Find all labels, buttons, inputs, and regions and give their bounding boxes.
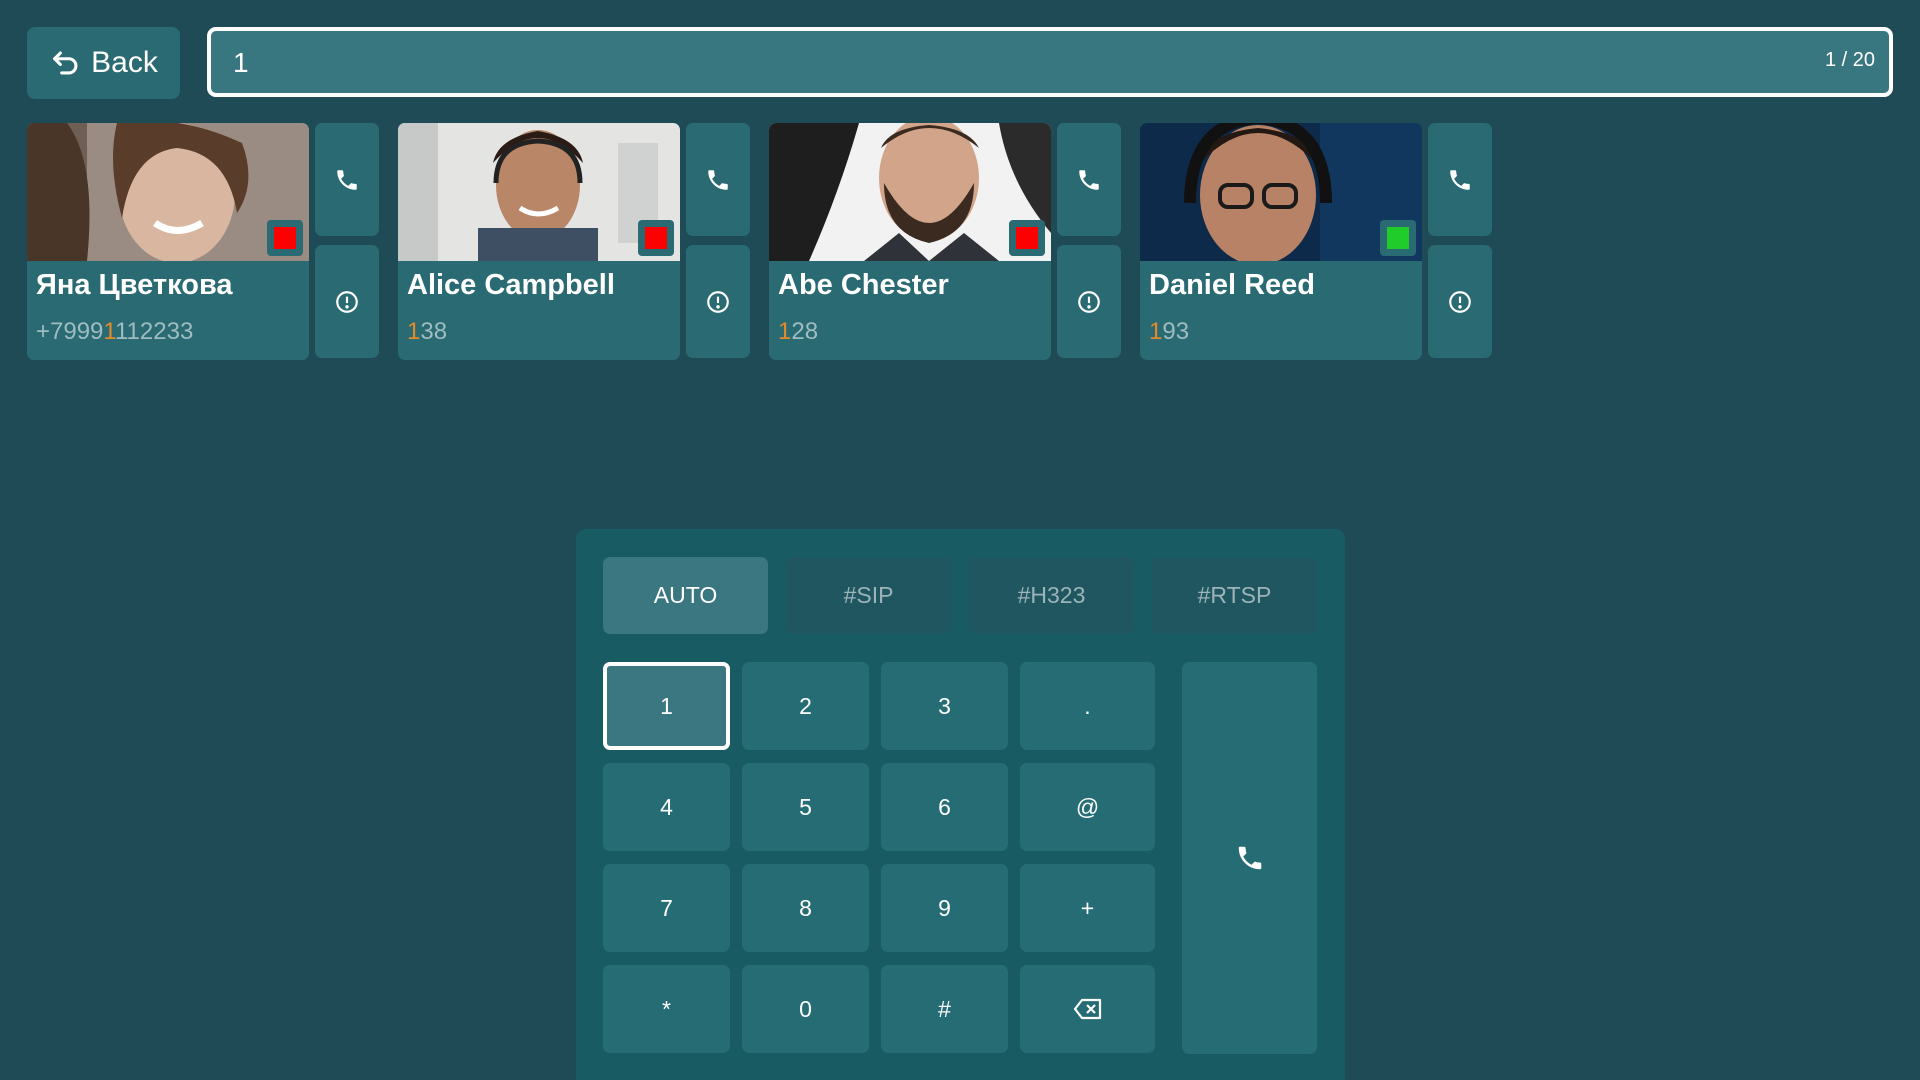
contact-info-button[interactable] (686, 245, 750, 358)
protocol-auto-tab[interactable]: AUTO (603, 557, 768, 634)
dial-panel: AUTO #SIP #H323 #RTSP 1 2 3 . 4 5 6 @ 7 … (576, 529, 1345, 1080)
contact-card[interactable]: Alice Campbell 138 (398, 123, 680, 360)
result-counter: 1 / 20 (1824, 49, 1875, 71)
contact-card[interactable]: Abe Chester 128 (769, 123, 1051, 360)
keypad-key-at[interactable]: @ (1020, 763, 1155, 851)
back-button[interactable]: Back (27, 27, 180, 99)
contact-info-button[interactable] (315, 245, 379, 358)
keypad-key-7[interactable]: 7 (603, 864, 730, 952)
number-match: 1 (778, 318, 792, 345)
contact-number: +79991112233 (36, 318, 194, 345)
call-contact-button[interactable] (686, 123, 750, 236)
contact-name: Abe Chester (778, 269, 949, 301)
info-circle-icon (1449, 290, 1471, 313)
call-contact-button[interactable] (1057, 123, 1121, 236)
keypad-key-star[interactable]: * (603, 965, 730, 1053)
info-circle-icon (1078, 290, 1100, 313)
busy-status-dot (1016, 227, 1038, 249)
info-circle-icon (336, 290, 358, 313)
status-indicator (638, 220, 674, 256)
call-contact-button[interactable] (315, 123, 379, 236)
contact-name: Alice Campbell (407, 269, 615, 301)
keypad-key-hash[interactable]: # (881, 965, 1008, 1053)
number-match: 1 (1149, 318, 1163, 345)
status-indicator (1009, 220, 1045, 256)
keypad-key-6[interactable]: 6 (881, 763, 1008, 851)
contact-card[interactable]: Daniel Reed 193 (1140, 123, 1422, 360)
available-status-dot (1387, 227, 1409, 249)
contact-name: Яна Цветкова (36, 269, 233, 301)
backspace-icon (1073, 998, 1101, 1020)
contact-name: Daniel Reed (1149, 269, 1315, 301)
busy-status-dot (274, 227, 296, 249)
contact-number: 193 (1149, 318, 1190, 345)
search-box: 1 / 20 (207, 27, 1893, 97)
phone-icon (1238, 846, 1261, 870)
keypad-key-4[interactable]: 4 (603, 763, 730, 851)
keypad-key-plus[interactable]: + (1020, 864, 1155, 952)
keypad-key-0[interactable]: 0 (742, 965, 869, 1053)
status-indicator (267, 220, 303, 256)
phone-icon (337, 169, 357, 190)
keypad-key-9[interactable]: 9 (881, 864, 1008, 952)
backspace-button[interactable] (1020, 965, 1155, 1053)
phone-icon (1450, 169, 1470, 190)
status-indicator (1380, 220, 1416, 256)
busy-status-dot (645, 227, 667, 249)
contact-info-button[interactable] (1057, 245, 1121, 358)
undo-arrow-icon (53, 51, 78, 75)
protocol-sip-tab[interactable]: #SIP (786, 557, 951, 634)
call-contact-button[interactable] (1428, 123, 1492, 236)
back-button-label: Back (91, 46, 158, 79)
info-circle-icon (707, 290, 729, 313)
keypad-key-3[interactable]: 3 (881, 662, 1008, 750)
keypad-key-2[interactable]: 2 (742, 662, 869, 750)
phone-icon (708, 169, 728, 190)
search-input[interactable] (231, 31, 1735, 95)
keypad-key-1[interactable]: 1 (603, 662, 730, 750)
keypad-key-dot[interactable]: . (1020, 662, 1155, 750)
keypad-key-5[interactable]: 5 (742, 763, 869, 851)
contact-info-button[interactable] (1428, 245, 1492, 358)
contact-number: 128 (778, 318, 819, 345)
phone-icon (1079, 169, 1099, 190)
keypad-key-8[interactable]: 8 (742, 864, 869, 952)
contact-card[interactable]: Яна Цветкова +79991112233 (27, 123, 309, 360)
contact-number: 138 (407, 318, 448, 345)
dial-call-button[interactable] (1182, 662, 1317, 1054)
number-match: 1 (103, 318, 115, 345)
protocol-rtsp-tab[interactable]: #RTSP (1152, 557, 1317, 634)
protocol-h323-tab[interactable]: #H323 (969, 557, 1134, 634)
number-match: 1 (407, 318, 421, 345)
